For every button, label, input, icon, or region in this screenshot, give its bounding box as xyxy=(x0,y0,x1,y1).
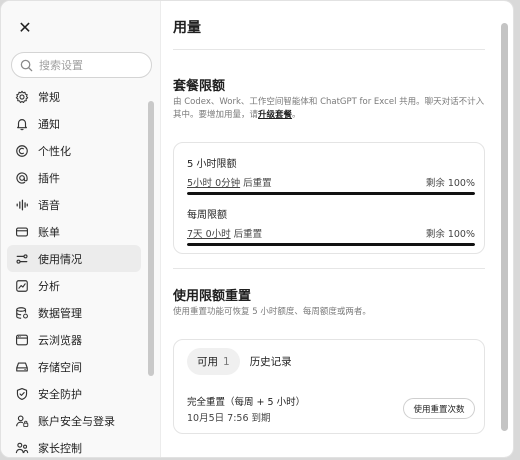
sidebar-item-label: 常规 xyxy=(38,90,60,104)
limit-reset-time: 5小时 0分钟 xyxy=(187,178,241,189)
section-divider xyxy=(173,268,485,269)
usage-panel: 用量 套餐限额 由 Codex、Work、工作空间智能体和 ChatGPT fo… xyxy=(161,1,513,457)
limit-progress-bar xyxy=(187,192,475,195)
search-icon xyxy=(20,59,33,71)
sidebar-item-label: 账户安全与登录 xyxy=(38,414,115,428)
search-placeholder: 搜索设置 xyxy=(39,59,83,72)
parental-icon xyxy=(15,442,29,453)
limit-reset-time: 7天 0小时 xyxy=(187,229,231,240)
reset-item-title: 完全重置（每周 + 5 小时） xyxy=(187,397,306,408)
tab-available-label: 可用 xyxy=(197,356,218,368)
sidebar-item-personalization[interactable]: 个性化 xyxy=(7,137,141,164)
limit-name: 5 小时限额 xyxy=(187,159,237,170)
sidebar-item-account-security[interactable]: 账户安全与登录 xyxy=(7,407,141,434)
shield-icon xyxy=(16,387,28,400)
reset-section-description: 使用重置功能可恢复 5 小时额度、每周额度或两者。 xyxy=(173,307,371,317)
limit-progress-bar xyxy=(187,243,475,246)
reset-item-expiry: 10月5日 7:56 到期 xyxy=(187,413,271,424)
tab-history[interactable]: 历史记录 xyxy=(240,348,302,375)
limit-weekly: 每周限额 7天 0小时 后重置 剩余 100% xyxy=(187,206,475,246)
limit-remaining: 剩余 100% xyxy=(425,178,475,189)
billing-icon xyxy=(16,226,28,237)
sidebar-item-label: 云浏览器 xyxy=(38,333,82,347)
account-lock-icon xyxy=(16,415,29,427)
sidebar-item-label: 通知 xyxy=(38,117,60,131)
plugin-icon xyxy=(16,171,28,184)
reset-tabs: 可用 1 历史记录 xyxy=(187,348,302,375)
bell-icon xyxy=(17,118,27,130)
sidebar-item-label: 个性化 xyxy=(38,144,71,158)
tab-available[interactable]: 可用 1 xyxy=(187,348,240,375)
reset-card: 可用 1 历史记录 完全重置（每周 + 5 小时） 10月5日 7:56 到期 使… xyxy=(173,339,485,434)
limit-5-hour: 5 小时限额 5小时 0分钟 后重置 剩余 100% xyxy=(187,155,475,195)
sidebar-item-notifications[interactable]: 通知 xyxy=(7,110,141,137)
sidebar-scrollbar[interactable] xyxy=(148,101,154,376)
sidebar-nav: 常规 通知 个性化 插件 语音 账单 使用情况 分析 数据管理 云浏览器 存储空… xyxy=(7,83,141,457)
sidebar-item-label: 安全防护 xyxy=(38,387,82,401)
sidebar-item-analytics[interactable]: 分析 xyxy=(7,272,141,299)
sidebar-item-cloud-browser[interactable]: 云浏览器 xyxy=(7,326,141,353)
plan-limits-description: 由 Codex、Work、工作空间智能体和 ChatGPT for Excel … xyxy=(173,96,485,122)
sidebar-item-label: 存储空间 xyxy=(38,360,82,374)
plan-desc-end: 。 xyxy=(292,110,301,120)
page-title: 用量 xyxy=(173,20,201,36)
upgrade-plan-link[interactable]: 升级套餐 xyxy=(258,110,292,120)
use-reset-button[interactable]: 使用重置次数 xyxy=(403,398,475,419)
limit-reset-info: 7天 0小时 后重置 xyxy=(187,226,262,240)
cloud-browser-icon xyxy=(16,334,28,345)
sidebar-item-general[interactable]: 常规 xyxy=(7,83,141,110)
sidebar-item-plugins[interactable]: 插件 xyxy=(7,164,141,191)
main-scrollbar[interactable] xyxy=(501,23,508,431)
gear-icon xyxy=(15,90,29,103)
reset-section-title: 使用限额重置 xyxy=(173,289,252,304)
limit-reset-suffix: 后重置 xyxy=(243,178,272,189)
sidebar-item-data-management[interactable]: 数据管理 xyxy=(7,299,141,326)
limit-name: 每周限额 xyxy=(187,210,227,221)
voice-icon xyxy=(16,199,28,210)
sidebar-item-label: 家长控制 xyxy=(38,441,82,455)
sidebar-item-parental-controls[interactable]: 家长控制 xyxy=(7,434,141,457)
sidebar-item-usage[interactable]: 使用情况 xyxy=(7,245,141,272)
plan-limits-title: 套餐限额 xyxy=(173,79,226,94)
settings-dialog: ✕ 搜索设置 常规 通知 个性化 插件 语音 账单 使用情况 分析 数据管理 云… xyxy=(0,0,514,458)
close-icon[interactable]: ✕ xyxy=(16,19,34,37)
sidebar-item-label: 使用情况 xyxy=(38,252,82,266)
usage-icon xyxy=(16,253,28,264)
storage-icon xyxy=(16,361,28,372)
limit-reset-info: 5小时 0分钟 后重置 xyxy=(187,175,272,189)
sidebar-item-security[interactable]: 安全防护 xyxy=(7,380,141,407)
analytics-icon xyxy=(16,279,28,292)
limit-remaining: 剩余 100% xyxy=(425,229,475,240)
sidebar-item-billing[interactable]: 账单 xyxy=(7,218,141,245)
database-icon xyxy=(16,306,28,319)
search-input[interactable]: 搜索设置 xyxy=(11,52,152,78)
settings-sidebar: ✕ 搜索设置 常规 通知 个性化 插件 语音 账单 使用情况 分析 数据管理 云… xyxy=(1,1,161,457)
sidebar-item-label: 分析 xyxy=(38,279,60,293)
sidebar-item-voice[interactable]: 语音 xyxy=(7,191,141,218)
personalize-icon xyxy=(16,144,28,157)
sidebar-item-label: 数据管理 xyxy=(38,306,82,320)
tab-available-count: 1 xyxy=(223,356,230,368)
plan-desc-text: 由 Codex、Work、工作空间智能体和 ChatGPT for Excel … xyxy=(173,97,485,120)
limit-progress-fill xyxy=(187,243,475,246)
sidebar-item-storage[interactable]: 存储空间 xyxy=(7,353,141,380)
limit-progress-fill xyxy=(187,192,475,195)
sidebar-item-label: 账单 xyxy=(38,225,60,239)
title-divider xyxy=(173,49,485,50)
limits-card: 5 小时限额 5小时 0分钟 后重置 剩余 100% 每周限额 7天 0小时 后… xyxy=(173,142,485,254)
sidebar-item-label: 插件 xyxy=(38,171,60,185)
limit-reset-suffix: 后重置 xyxy=(233,229,263,240)
sidebar-item-label: 语音 xyxy=(38,198,60,212)
